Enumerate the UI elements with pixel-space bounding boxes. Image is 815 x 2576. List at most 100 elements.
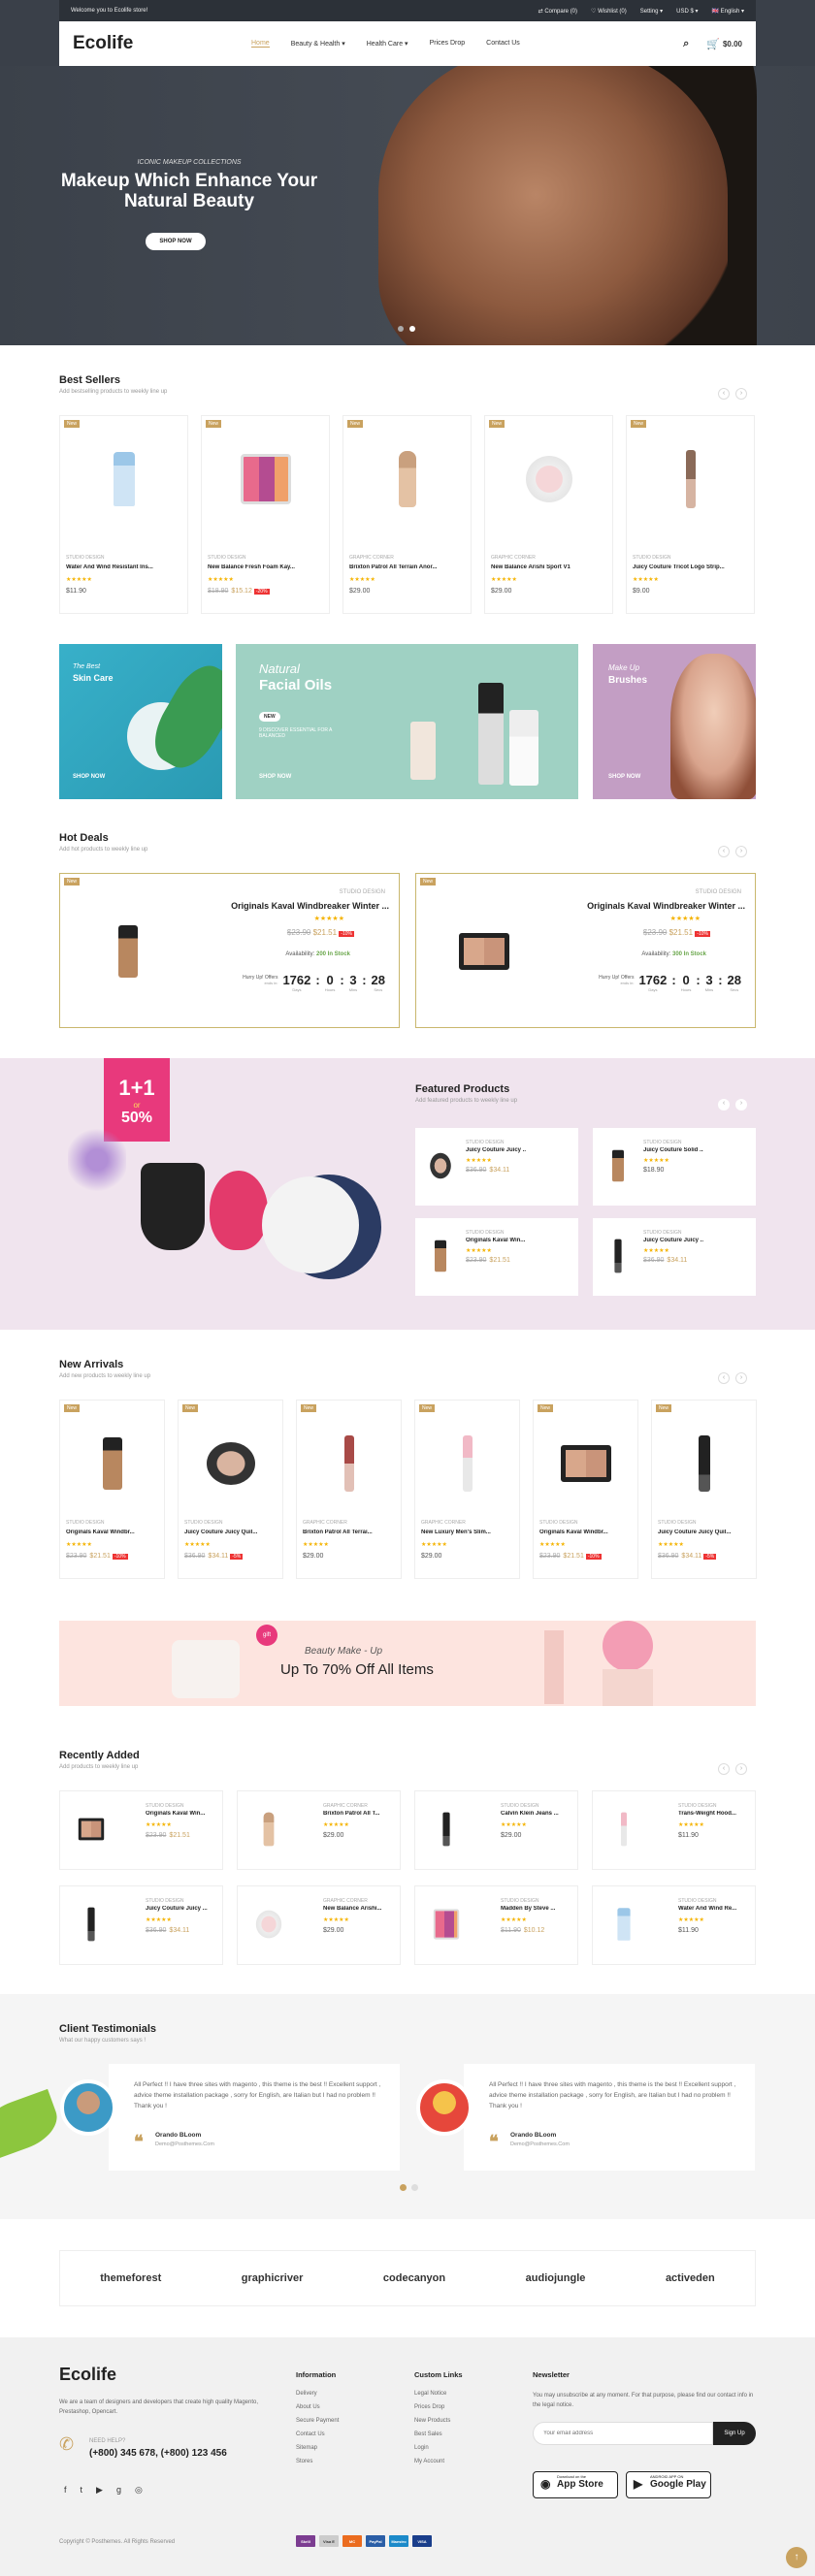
- product-image-wrap[interactable]: [627, 426, 754, 532]
- footer-link[interactable]: Delivery: [296, 2391, 339, 2397]
- product-card[interactable]: New STUDIO DESIGN Juicy Couture Juicy Quil…: [178, 1400, 283, 1579]
- logo[interactable]: Ecolife: [73, 33, 251, 54]
- google-plus-icon[interactable]: g: [116, 2485, 121, 2496]
- recent-card[interactable]: STUDIO DESIGN Water And Wind Re... ★★★★★ $1…: [592, 1885, 756, 1965]
- product-image-wrap[interactable]: [425, 1902, 468, 1947]
- featured-card[interactable]: STUDIO DESIGN Originals Kaval Win... ★★★★★…: [415, 1218, 578, 1296]
- product-card[interactable]: New STUDIO DESIGN Juicy Couture Tricot Log…: [626, 415, 755, 614]
- recent-card[interactable]: STUDIO DESIGN Trans-Weight Hood... ★★★★★ $1…: [592, 1790, 756, 1870]
- currency-dropdown[interactable]: USD $ ▾: [676, 8, 698, 15]
- product-image[interactable]: [462, 1435, 473, 1492]
- brand-logo-themeforest[interactable]: themeforest: [100, 2272, 161, 2284]
- product-image[interactable]: [87, 1907, 95, 1942]
- product-image[interactable]: [433, 1909, 460, 1940]
- footer-link[interactable]: New Products: [414, 2418, 463, 2424]
- product-image[interactable]: [525, 456, 572, 502]
- product-image-wrap[interactable]: [601, 1143, 636, 1188]
- deal-image-wrap[interactable]: [436, 893, 533, 1010]
- youtube-icon[interactable]: ▶: [96, 2485, 103, 2496]
- testimonial-dot-active[interactable]: [400, 2184, 407, 2191]
- language-dropdown[interactable]: 🇬🇧 English ▾: [711, 8, 744, 15]
- product-image-wrap[interactable]: [60, 426, 187, 532]
- deal-card[interactable]: New STUDIO DESIGN Originals Kaval Windbrea…: [415, 873, 756, 1028]
- banner-shop-link[interactable]: SHOP NOW: [259, 774, 291, 780]
- product-image-wrap[interactable]: [534, 1410, 637, 1517]
- recent-card[interactable]: STUDIO DESIGN Calvin Klein Jeans ... ★★★★★…: [414, 1790, 578, 1870]
- product-image[interactable]: [621, 1812, 627, 1847]
- product-image-wrap[interactable]: [601, 1234, 636, 1278]
- deal-image-wrap[interactable]: [80, 893, 177, 1010]
- footer-link[interactable]: Best Sales: [414, 2431, 463, 2437]
- recent-card[interactable]: STUDIO DESIGN Originals Kaval Win... ★★★★★…: [59, 1790, 223, 1870]
- nav-prices-drop[interactable]: Prices Drop: [430, 40, 466, 48]
- google-play-button[interactable]: ▶ ANDROID APP ON Google Play: [626, 2471, 711, 2498]
- product-image[interactable]: [206, 1442, 255, 1485]
- recent-card[interactable]: GRAPHIC CORNER Brixton Patrol All T... ★★★…: [237, 1790, 401, 1870]
- nav-home[interactable]: Home: [251, 40, 270, 48]
- prev-arrow-icon[interactable]: ‹: [718, 388, 730, 400]
- product-image-wrap[interactable]: [423, 1234, 458, 1278]
- product-image-wrap[interactable]: [415, 1410, 519, 1517]
- next-arrow-icon[interactable]: ›: [735, 1372, 747, 1384]
- product-image-wrap[interactable]: [202, 426, 329, 532]
- testimonial-dot[interactable]: [411, 2184, 418, 2191]
- facebook-icon[interactable]: f: [64, 2485, 67, 2496]
- recent-card[interactable]: STUDIO DESIGN Madden By Steve ... ★★★★★ $11…: [414, 1885, 578, 1965]
- next-arrow-icon[interactable]: ›: [735, 1099, 747, 1111]
- product-image[interactable]: [617, 1908, 631, 1941]
- recent-card[interactable]: GRAPHIC CORNER New Balance Arishi... ★★★★★…: [237, 1885, 401, 1965]
- featured-card[interactable]: STUDIO DESIGN Juicy Couture Solid ... ★★★★…: [593, 1128, 756, 1206]
- prev-arrow-icon[interactable]: ‹: [718, 1372, 730, 1384]
- instagram-icon[interactable]: ◎: [135, 2485, 143, 2496]
- nav-health-care[interactable]: Health Care ▾: [367, 40, 408, 48]
- product-image-wrap[interactable]: [343, 426, 471, 532]
- footer-link[interactable]: About Us: [296, 2404, 339, 2410]
- banner-shop-link[interactable]: SHOP NOW: [608, 774, 640, 780]
- product-card[interactable]: New STUDIO DESIGN Originals Kaval Windbr..…: [59, 1400, 165, 1579]
- next-arrow-icon[interactable]: ›: [735, 846, 747, 857]
- next-arrow-icon[interactable]: ›: [735, 388, 747, 400]
- cart-button[interactable]: 🛒 $0.00: [706, 38, 742, 50]
- product-image-wrap[interactable]: [60, 1410, 164, 1517]
- product-image[interactable]: [113, 452, 135, 506]
- product-image-wrap[interactable]: [603, 1807, 645, 1852]
- product-image[interactable]: [118, 925, 138, 978]
- product-image[interactable]: [612, 1149, 624, 1182]
- signup-button[interactable]: Sign Up: [713, 2422, 756, 2445]
- product-image[interactable]: [614, 1239, 622, 1273]
- product-image-wrap[interactable]: [485, 426, 612, 532]
- product-card[interactable]: New GRAPHIC CORNER Brixton Patrol All Terr…: [342, 415, 472, 614]
- product-image-wrap[interactable]: [247, 1807, 290, 1852]
- product-card[interactable]: New GRAPHIC CORNER New Balance Arishi Spor…: [484, 415, 613, 614]
- slider-dot-active[interactable]: [409, 326, 415, 332]
- featured-card[interactable]: STUDIO DESIGN Juicy Couture Juicy ... ★★★★…: [415, 1128, 578, 1206]
- banner-facial-oils[interactable]: Natural Facial Oils NEW 9 DISCOVER ESSEN…: [236, 644, 578, 799]
- banner-makeup-brushes[interactable]: Make Up Brushes SHOP NOW: [593, 644, 756, 799]
- product-image[interactable]: [102, 1437, 122, 1490]
- banner-skin-care[interactable]: The Best Skin Care SHOP NOW: [59, 644, 222, 799]
- setting-dropdown[interactable]: Setting ▾: [640, 8, 663, 15]
- product-image[interactable]: [685, 450, 696, 508]
- recent-card[interactable]: STUDIO DESIGN Juicy Couture Juicy ... ★★★★…: [59, 1885, 223, 1965]
- product-card[interactable]: New GRAPHIC CORNER New Luxury Men's Slim..…: [414, 1400, 520, 1579]
- slider-dot[interactable]: [398, 326, 404, 332]
- product-image-wrap[interactable]: [179, 1410, 282, 1517]
- compare-link[interactable]: ⇄ Compare (0): [538, 8, 577, 15]
- wishlist-link[interactable]: ♡ Wishlist (0): [591, 8, 627, 15]
- product-card[interactable]: New GRAPHIC CORNER Brixton Patrol All Terr…: [296, 1400, 402, 1579]
- twitter-icon[interactable]: t: [81, 2485, 83, 2496]
- next-arrow-icon[interactable]: ›: [735, 1763, 747, 1775]
- product-image[interactable]: [698, 1435, 710, 1492]
- prev-arrow-icon[interactable]: ‹: [718, 1099, 730, 1111]
- prev-arrow-icon[interactable]: ‹: [718, 1763, 730, 1775]
- product-image[interactable]: [398, 451, 416, 507]
- product-image[interactable]: [240, 454, 291, 504]
- product-image[interactable]: [263, 1812, 275, 1847]
- newsletter-email-input[interactable]: [533, 2422, 713, 2445]
- nav-contact-us[interactable]: Contact Us: [486, 40, 520, 48]
- deal-card[interactable]: New STUDIO DESIGN Originals Kaval Windbrea…: [59, 873, 400, 1028]
- product-image-wrap[interactable]: [652, 1410, 756, 1517]
- product-image-wrap[interactable]: [603, 1902, 645, 1947]
- product-image[interactable]: [78, 1818, 105, 1841]
- footer-link[interactable]: Prices Drop: [414, 2404, 463, 2410]
